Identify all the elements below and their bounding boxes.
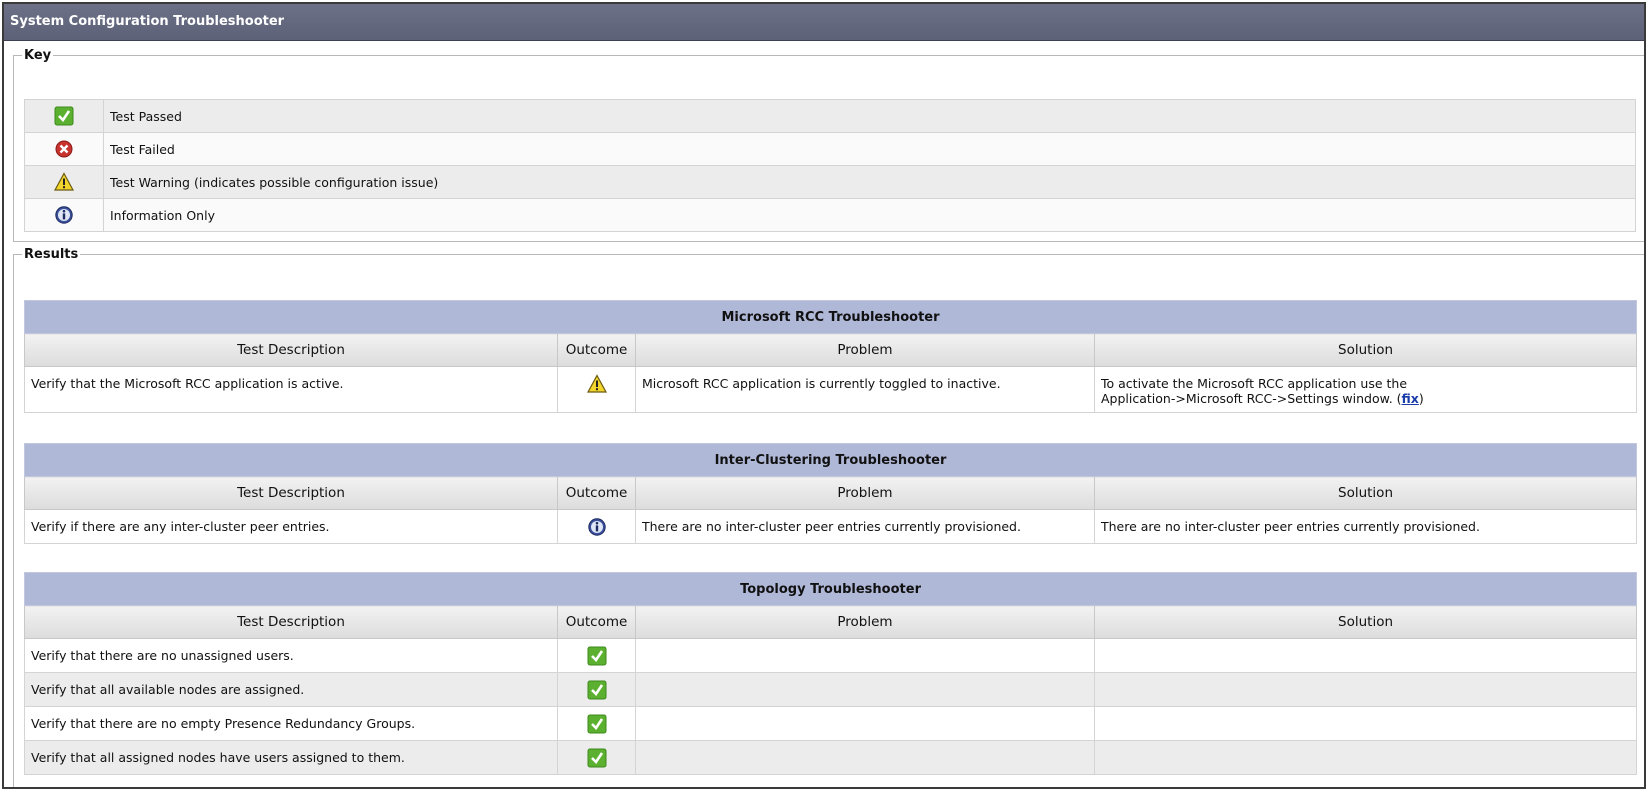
solution-text: There are no inter-cluster peer entries … [1093, 509, 1638, 544]
table-row: Verify that the Microsoft RCC applicatio… [24, 366, 1638, 413]
topology-section: Topology Troubleshooter Test Description… [23, 572, 1638, 775]
test-description: Verify if there are any inter-cluster pe… [24, 509, 558, 544]
col-solution: Solution [1093, 333, 1638, 367]
key-label: Test Failed [103, 132, 1636, 166]
col-problem: Problem [635, 605, 1095, 639]
table-row: Verify that there are no empty Presence … [24, 706, 1638, 741]
col-test-description: Test Description [24, 605, 558, 639]
problem-text [635, 706, 1095, 741]
test-description: Verify that there are no empty Presence … [24, 706, 558, 741]
col-solution: Solution [1093, 605, 1638, 639]
key-label: Test Warning (indicates possible configu… [103, 165, 1636, 199]
section-title: Microsoft RCC Troubleshooter [23, 300, 1638, 334]
problem-text [635, 740, 1095, 775]
test-description: Verify that the Microsoft RCC applicatio… [24, 366, 558, 413]
check-icon [587, 748, 607, 768]
warning-icon [54, 172, 74, 192]
fix-link[interactable]: fix [1402, 391, 1419, 406]
solution-text [1093, 706, 1638, 741]
col-outcome: Outcome [557, 476, 636, 510]
problem-text [635, 672, 1095, 707]
solution-text [1093, 638, 1638, 673]
key-row: Test Passed [24, 99, 1636, 133]
check-icon [54, 106, 74, 126]
key-row: Test Failed [24, 132, 1636, 166]
check-icon [587, 646, 607, 666]
check-icon [587, 714, 607, 734]
table-row: Verify if there are any inter-cluster pe… [24, 509, 1638, 544]
results-fieldset: Results Microsoft RCC Troubleshooter Tes… [13, 247, 1644, 787]
section-title: Inter-Clustering Troubleshooter [23, 443, 1638, 477]
inter-clustering-section: Inter-Clustering Troubleshooter Test Des… [23, 443, 1638, 544]
error-icon [54, 139, 74, 159]
key-table: Test Passed Test Failed Test Warning (in… [24, 99, 1636, 232]
section-title: Topology Troubleshooter [23, 572, 1638, 606]
info-icon [587, 517, 607, 537]
solution-text [1093, 672, 1638, 707]
key-legend: Key [24, 48, 52, 63]
problem-text: There are no inter-cluster peer entries … [635, 509, 1095, 544]
solution-line: Application->Microsoft RCC->Settings win… [1101, 391, 1402, 406]
problem-text [635, 638, 1095, 673]
key-label: Test Passed [103, 99, 1636, 133]
table-row: Verify that there are no unassigned user… [24, 638, 1638, 673]
check-icon [587, 680, 607, 700]
warning-icon [587, 374, 607, 394]
results-legend: Results [24, 247, 79, 262]
troubleshooter-window: System Configuration Troubleshooter Key … [2, 2, 1646, 789]
col-solution: Solution [1093, 476, 1638, 510]
col-problem: Problem [635, 476, 1095, 510]
solution-text: To activate the Microsoft RCC applicatio… [1093, 366, 1638, 413]
test-description: Verify that all available nodes are assi… [24, 672, 558, 707]
col-test-description: Test Description [24, 476, 558, 510]
solution-line: To activate the Microsoft RCC applicatio… [1101, 376, 1408, 391]
col-test-description: Test Description [24, 333, 558, 367]
problem-text: Microsoft RCC application is currently t… [635, 366, 1095, 413]
col-outcome: Outcome [557, 333, 636, 367]
test-description: Verify that all assigned nodes have user… [24, 740, 558, 775]
key-fieldset: Key Test Passed Test Failed Test Warning… [13, 48, 1644, 242]
solution-text [1093, 740, 1638, 775]
key-label: Information Only [103, 198, 1636, 232]
table-row: Verify that all assigned nodes have user… [24, 740, 1638, 775]
key-row: Information Only [24, 198, 1636, 232]
key-row: Test Warning (indicates possible configu… [24, 165, 1636, 199]
microsoft-rcc-section: Microsoft RCC Troubleshooter Test Descri… [23, 300, 1638, 413]
col-outcome: Outcome [557, 605, 636, 639]
table-row: Verify that all available nodes are assi… [24, 672, 1638, 707]
test-description: Verify that there are no unassigned user… [24, 638, 558, 673]
col-problem: Problem [635, 333, 1095, 367]
solution-end: ) [1418, 391, 1424, 406]
window-title: System Configuration Troubleshooter [4, 4, 1644, 41]
info-icon [54, 205, 74, 225]
